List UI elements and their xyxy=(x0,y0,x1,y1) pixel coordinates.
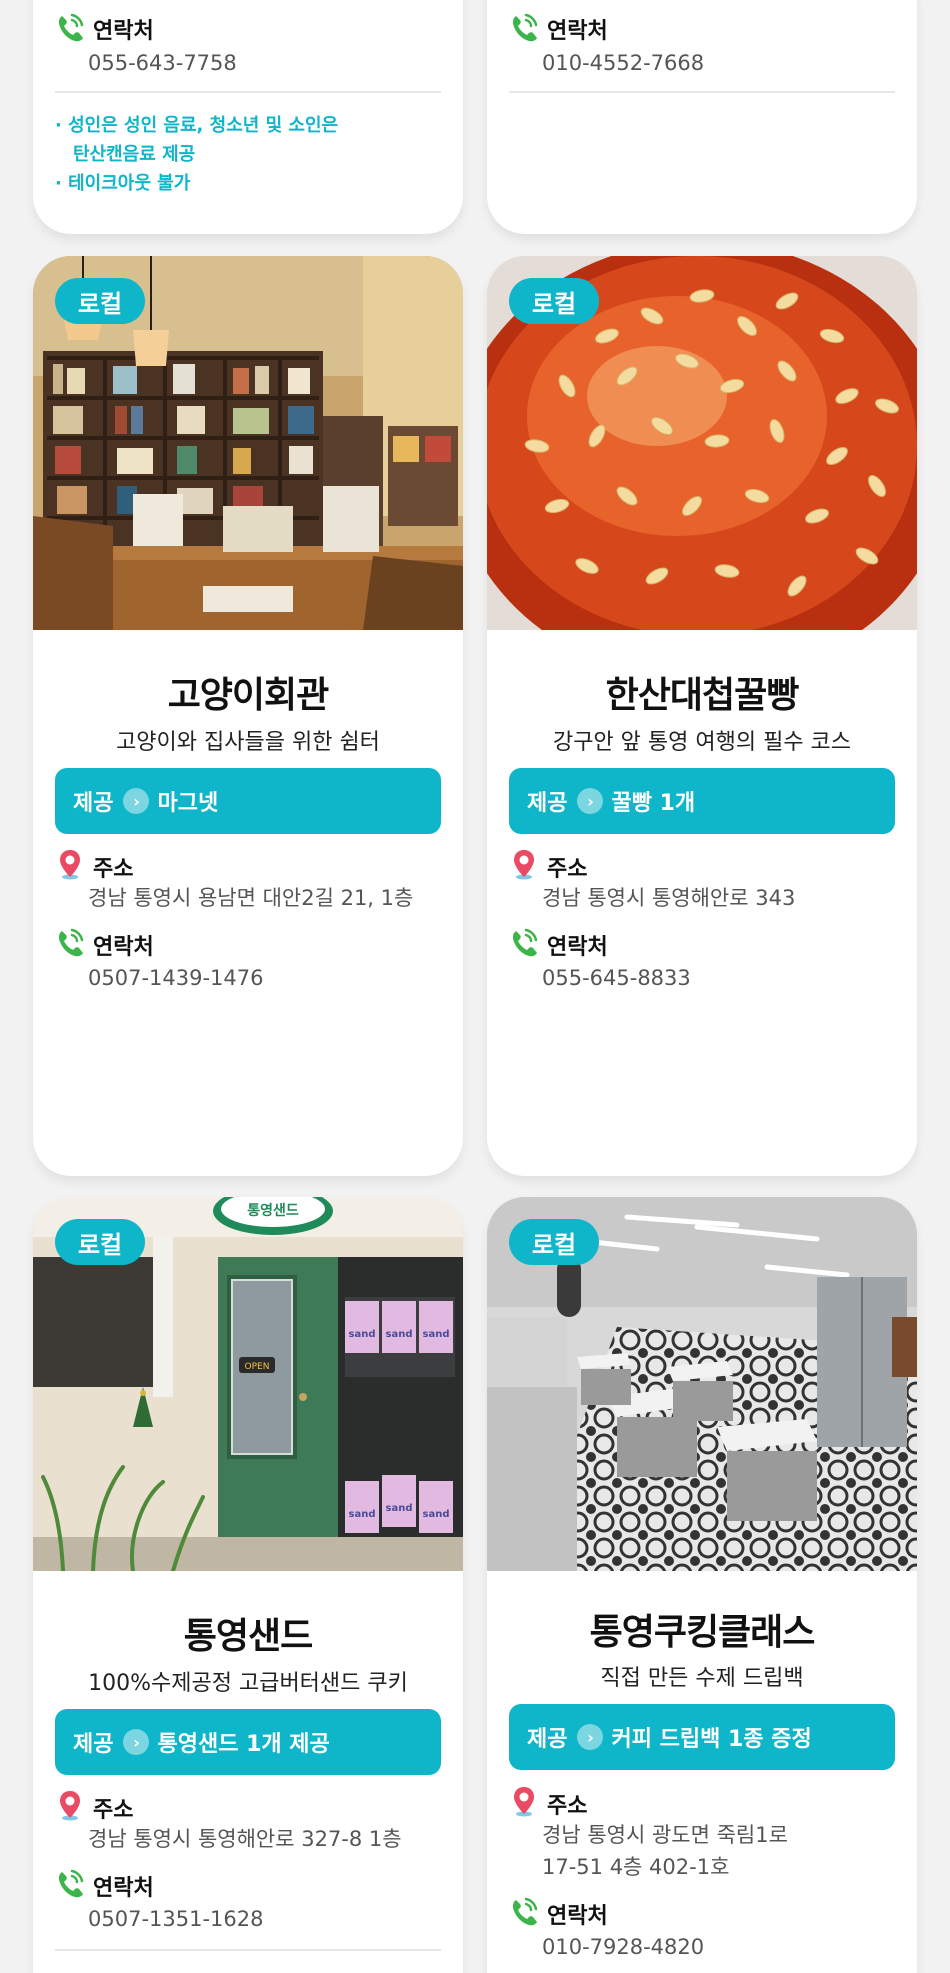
address-label: 주소 xyxy=(93,1798,134,1823)
open-sign-text: OPEN xyxy=(245,1362,270,1372)
store-subtitle: 고양이와 집사들을 위한 쉼터 xyxy=(116,730,380,755)
store-card-top-right[interactable]: 연락처 010-4552-7668 xyxy=(487,0,917,234)
contact-value[interactable]: 010-7928-4820 xyxy=(542,1931,704,1963)
offer-value: 커피 드립백 1종 증정 xyxy=(611,1727,812,1752)
phone-icon xyxy=(58,928,84,957)
map-pin-icon xyxy=(60,850,80,880)
store-title: 고양이회관 xyxy=(167,675,330,716)
sticker-text: sand xyxy=(386,1329,413,1340)
offer-banner[interactable]: 제공 › 커피 드립백 1종 증정 xyxy=(509,1704,895,1770)
address-label: 주소 xyxy=(547,857,588,882)
address-value[interactable]: 경남 통영시 통영해안로 327-8 1층 xyxy=(88,1823,402,1855)
note-line: · 테이크아웃 불가 xyxy=(55,173,191,194)
store-subtitle: 강구안 앞 통영 여행의 필수 코스 xyxy=(552,730,852,755)
address-value[interactable]: 17-51 4층 402-1호 xyxy=(542,1851,729,1883)
offer-value: 통영샌드 1개 제공 xyxy=(157,1732,330,1757)
sticker-text: sand xyxy=(349,1329,376,1340)
sticker-text: sand xyxy=(349,1509,376,1520)
address-value[interactable]: 경남 통영시 광도면 죽림1로 xyxy=(542,1819,788,1851)
store-card-hansan[interactable]: 로컬 한산대첩꿀빵 강구안 앞 통영 여행의 필수 코스 제공 › 꿀빵 1개 … xyxy=(487,256,917,1176)
divider xyxy=(55,1949,441,1951)
offer-label: 제공 xyxy=(73,1732,114,1757)
offer-value: 꿀빵 1개 xyxy=(611,791,696,816)
contact-value[interactable]: 0507-1351-1628 xyxy=(88,1903,264,1935)
store-title: 통영샌드 xyxy=(183,1616,313,1657)
contact-value[interactable]: 055-645-8833 xyxy=(542,962,691,994)
offer-value: 마그넷 xyxy=(157,791,219,816)
contact-label: 연락처 xyxy=(93,19,154,44)
local-badge: 로컬 xyxy=(55,1219,145,1265)
offer-label: 제공 xyxy=(73,791,114,816)
divider xyxy=(509,91,895,93)
offer-banner[interactable]: 제공 › 꿀빵 1개 xyxy=(509,768,895,834)
store-subtitle: 100%수제공정 고급버터샌드 쿠키 xyxy=(88,1671,408,1696)
contact-label: 연락처 xyxy=(547,935,608,960)
local-badge: 로컬 xyxy=(509,1219,599,1265)
chevron-right-icon: › xyxy=(123,788,150,814)
divider xyxy=(55,91,441,93)
address-label: 주소 xyxy=(547,1794,588,1819)
chevron-right-icon: › xyxy=(577,788,604,814)
offer-label: 제공 xyxy=(527,1727,568,1752)
phone-icon xyxy=(58,1869,84,1898)
store-card-cooking-class[interactable]: 로컬 통영쿠킹클래스 직접 만든 수제 드립백 제공 › 커피 드립백 1종 증… xyxy=(487,1197,917,1973)
chevron-right-icon: › xyxy=(123,1729,150,1755)
store-title: 한산대첩꿀빵 xyxy=(605,675,800,716)
store-photo: 로컬 xyxy=(33,256,463,630)
contact-label: 연락처 xyxy=(93,1876,154,1901)
store-subtitle: 직접 만든 수제 드립백 xyxy=(600,1666,804,1691)
contact-value[interactable]: 055-643-7758 xyxy=(88,47,237,79)
store-list-page: 연락처 055-643-7758 · 성인은 성인 음료, 청소년 및 소인은 … xyxy=(0,0,950,1973)
contact-value[interactable]: 0507-1439-1476 xyxy=(88,962,264,994)
shop-sign-text: 통영샌드 xyxy=(247,1202,299,1219)
store-photo: 로컬 xyxy=(487,256,917,630)
address-label: 주소 xyxy=(93,857,134,882)
store-card-top-left[interactable]: 연락처 055-643-7758 · 성인은 성인 음료, 청소년 및 소인은 … xyxy=(33,0,463,234)
sticker-text: sand xyxy=(386,1503,413,1514)
store-title: 통영쿠킹클래스 xyxy=(589,1612,816,1653)
sticker-text: sand xyxy=(423,1329,450,1340)
offer-banner[interactable]: 제공 › 마그넷 xyxy=(55,768,441,834)
map-pin-icon xyxy=(60,1791,80,1821)
phone-icon xyxy=(512,1897,538,1926)
phone-icon xyxy=(58,13,84,42)
phone-icon xyxy=(512,928,538,957)
local-badge: 로컬 xyxy=(509,278,599,324)
address-value[interactable]: 경남 통영시 통영해안로 343 xyxy=(542,882,795,914)
store-card-tongyeong-sand[interactable]: 통영샌드 OPEN sand sand sand sand sand sand … xyxy=(33,1197,463,1973)
offer-label: 제공 xyxy=(527,791,568,816)
contact-value[interactable]: 010-4552-7668 xyxy=(542,47,704,79)
chevron-right-icon: › xyxy=(577,1724,604,1750)
offer-banner[interactable]: 제공 › 통영샌드 1개 제공 xyxy=(55,1709,441,1775)
note-line: · 성인은 성인 음료, 청소년 및 소인은 xyxy=(55,115,339,136)
store-photo: 통영샌드 OPEN sand sand sand sand sand sand … xyxy=(33,1197,463,1571)
map-pin-icon xyxy=(514,1787,534,1817)
address-value[interactable]: 경남 통영시 용남면 대안2길 21, 1층 xyxy=(88,882,413,914)
contact-label: 연락처 xyxy=(547,1904,608,1929)
note-line: 탄산캔음료 제공 xyxy=(73,144,196,165)
contact-label: 연락처 xyxy=(93,935,154,960)
store-photo: 로컬 xyxy=(487,1197,917,1571)
contact-label: 연락처 xyxy=(547,19,608,44)
map-pin-icon xyxy=(514,850,534,880)
local-badge: 로컬 xyxy=(55,278,145,324)
sticker-text: sand xyxy=(423,1509,450,1520)
store-card-goyangi[interactable]: 로컬 고양이회관 고양이와 집사들을 위한 쉼터 제공 › 마그넷 주소 경남 … xyxy=(33,256,463,1176)
phone-icon xyxy=(512,13,538,42)
